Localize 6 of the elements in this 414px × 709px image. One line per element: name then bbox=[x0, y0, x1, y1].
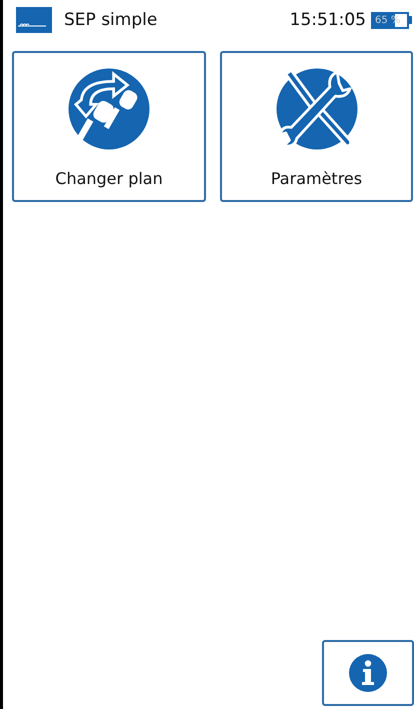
clock-time: 15:51:05 bbox=[290, 10, 366, 30]
app-title: SEP simple bbox=[64, 10, 158, 30]
info-icon bbox=[348, 653, 388, 693]
change-plan-button[interactable]: Changer plan bbox=[12, 51, 206, 202]
info-button[interactable] bbox=[322, 640, 414, 706]
settings-button[interactable]: Paramètres bbox=[220, 51, 413, 202]
